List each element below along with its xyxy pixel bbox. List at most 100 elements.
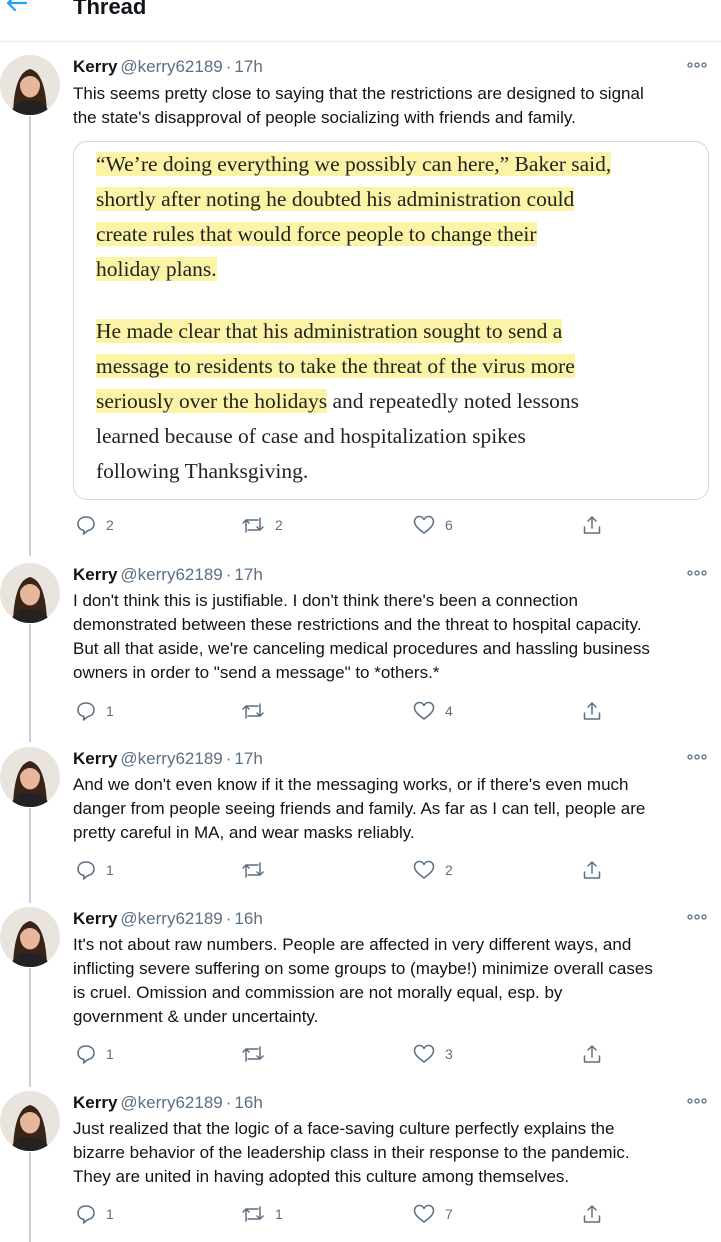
reply-count: 2 <box>106 517 114 533</box>
like-button[interactable]: 4 <box>413 700 453 722</box>
like-icon <box>413 701 435 720</box>
page-title: Thread <box>73 0 147 19</box>
tweet-text-line: It's not about raw numbers. People are a… <box>73 935 632 954</box>
tweet-text-line: demonstrated between these restrictions … <box>73 615 642 634</box>
more-icon[interactable] <box>685 907 709 927</box>
tweet[interactable]: Kerry @kerry62189 · 17h This seems pretty c… <box>0 55 721 545</box>
tweet-text: Just realized that the logic of a face-s… <box>73 1117 713 1189</box>
author-name[interactable]: Kerry <box>73 909 117 928</box>
tweet-header: Kerry @kerry62189 · 16h <box>73 907 263 931</box>
author-handle[interactable]: @kerry62189 <box>120 565 222 584</box>
quote-line: holiday plans. <box>96 257 217 281</box>
quote-line: following Thanksgiving. <box>96 459 309 483</box>
avatar[interactable] <box>0 563 60 623</box>
tweet[interactable]: Kerry @kerry62189 · 16h It's not about raw … <box>0 907 721 1077</box>
tweet-actions: 1 3 <box>73 1043 613 1065</box>
tweet-text-line: danger from people seeing friends and fa… <box>73 799 646 818</box>
timestamp[interactable]: 16h <box>234 909 262 928</box>
tweet-text-line: And we don't even know if it the messagi… <box>73 775 629 794</box>
retweet-button[interactable] <box>241 1043 275 1065</box>
tweet[interactable]: Kerry @kerry62189 · 16h Just realized that … <box>0 1091 721 1236</box>
tweet-text-line: This seems pretty close to saying that t… <box>73 84 644 103</box>
separator: · <box>225 57 232 76</box>
separator: · <box>225 749 232 768</box>
share-button[interactable] <box>582 859 602 881</box>
tweet[interactable]: Kerry @kerry62189 · 17h And we don't even k… <box>0 747 721 887</box>
more-icon[interactable] <box>685 747 709 767</box>
tweet-actions: 2 2 6 <box>73 514 613 536</box>
tweet-actions: 1 1 7 <box>73 1203 613 1225</box>
tweet-text-line: bizarre behavior of the leadership class… <box>73 1143 630 1162</box>
tweet-text-line: the state's disapproval of people social… <box>73 108 576 127</box>
reply-icon <box>77 1205 95 1224</box>
separator: · <box>225 1093 232 1112</box>
retweet-button[interactable]: 2 <box>241 514 283 536</box>
reply-button[interactable]: 1 <box>76 1043 114 1065</box>
tweet-text: And we don't even know if it the messagi… <box>73 773 713 845</box>
retweet-button[interactable]: 1 <box>241 1203 283 1225</box>
tweet[interactable]: Kerry @kerry62189 · 17h I don't think this … <box>0 563 721 733</box>
like-icon <box>413 860 435 879</box>
like-button[interactable]: 3 <box>413 1043 453 1065</box>
reply-button[interactable]: 1 <box>76 859 114 881</box>
back-arrow-icon[interactable] <box>4 0 34 18</box>
tweet-text: It's not about raw numbers. People are a… <box>73 933 713 1029</box>
avatar[interactable] <box>0 907 60 967</box>
author-name[interactable]: Kerry <box>73 749 117 768</box>
retweet-icon <box>242 703 264 719</box>
reply-icon <box>77 1045 95 1064</box>
more-icon[interactable] <box>685 1091 709 1111</box>
separator: · <box>225 565 232 584</box>
author-handle[interactable]: @kerry62189 <box>120 909 222 928</box>
author-name[interactable]: Kerry <box>73 1093 117 1112</box>
share-button[interactable] <box>582 1043 602 1065</box>
author-name[interactable]: Kerry <box>73 57 117 76</box>
quote-paragraph: He made clear that his administration so… <box>96 314 696 489</box>
timestamp[interactable]: 17h <box>234 565 262 584</box>
retweet-count: 2 <box>275 517 283 533</box>
more-icon[interactable] <box>685 563 709 583</box>
timestamp[interactable]: 17h <box>234 57 262 76</box>
reply-icon <box>77 702 95 721</box>
like-button[interactable]: 6 <box>413 514 453 536</box>
retweet-icon <box>242 1046 264 1062</box>
avatar[interactable] <box>0 55 60 115</box>
quote-line: create rules that would force people to … <box>96 222 537 246</box>
share-icon <box>583 861 601 879</box>
more-icon[interactable] <box>685 55 709 75</box>
reply-button[interactable]: 1 <box>76 1203 114 1225</box>
share-button[interactable] <box>582 700 602 722</box>
retweet-icon <box>242 517 264 533</box>
retweet-count: 1 <box>275 1206 283 1222</box>
tweet-text-line: I don't think this is justifiable. I don… <box>73 591 578 610</box>
tweet-text-line: inflicting severe suffering on some grou… <box>73 959 653 978</box>
author-handle[interactable]: @kerry62189 <box>120 57 222 76</box>
separator: · <box>225 909 232 928</box>
tweet-text: I don't think this is justifiable. I don… <box>73 589 713 685</box>
like-count: 7 <box>445 1206 453 1222</box>
retweet-button[interactable] <box>241 859 275 881</box>
author-handle[interactable]: @kerry62189 <box>120 1093 222 1112</box>
tweet-header: Kerry @kerry62189 · 17h <box>73 563 263 587</box>
like-button[interactable]: 7 <box>413 1203 453 1225</box>
tweet-text-line: Just realized that the logic of a face-s… <box>73 1119 615 1138</box>
reply-button[interactable]: 1 <box>76 700 114 722</box>
timestamp[interactable]: 16h <box>234 1093 262 1112</box>
share-button[interactable] <box>582 1203 602 1225</box>
author-handle[interactable]: @kerry62189 <box>120 749 222 768</box>
avatar[interactable] <box>0 1091 60 1151</box>
quoted-excerpt-image[interactable]: “We’re doing everything we possibly can … <box>73 141 709 500</box>
quote-paragraph: “We’re doing everything we possibly can … <box>96 147 696 287</box>
share-button[interactable] <box>582 514 602 536</box>
like-icon <box>413 515 435 534</box>
avatar[interactable] <box>0 747 60 807</box>
author-name[interactable]: Kerry <box>73 565 117 584</box>
share-icon <box>583 1205 601 1223</box>
tweet-text-line: They are united in having adopted this c… <box>73 1167 570 1186</box>
retweet-button[interactable] <box>241 700 275 722</box>
reply-button[interactable]: 2 <box>76 514 114 536</box>
reply-count: 1 <box>106 1046 114 1062</box>
thread-header: Thread <box>0 0 721 42</box>
timestamp[interactable]: 17h <box>234 749 262 768</box>
like-button[interactable]: 2 <box>413 859 453 881</box>
